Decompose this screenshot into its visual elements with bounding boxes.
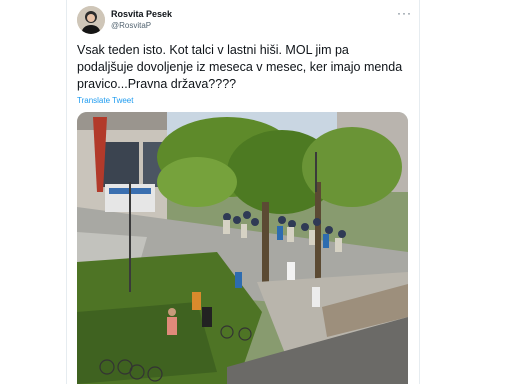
avatar-image <box>77 6 105 34</box>
left-gutter <box>0 0 66 384</box>
avatar[interactable] <box>77 6 105 34</box>
display-name[interactable]: Rosvita Pesek <box>111 9 172 19</box>
more-horizontal-icon: ··· <box>397 6 412 20</box>
street-scene-photo <box>77 112 408 384</box>
tweet-card: Rosvita Pesek @RosvitaP ··· Vsak teden i… <box>66 0 420 384</box>
more-options-button[interactable]: ··· <box>397 6 412 20</box>
tweet-text: Vsak teden isto. Kot talci v lastni hiši… <box>77 43 403 91</box>
tweet-photo[interactable] <box>77 112 408 384</box>
translate-tweet-link[interactable]: Translate Tweet <box>77 96 133 105</box>
user-handle[interactable]: @RosvitaP <box>111 21 151 30</box>
